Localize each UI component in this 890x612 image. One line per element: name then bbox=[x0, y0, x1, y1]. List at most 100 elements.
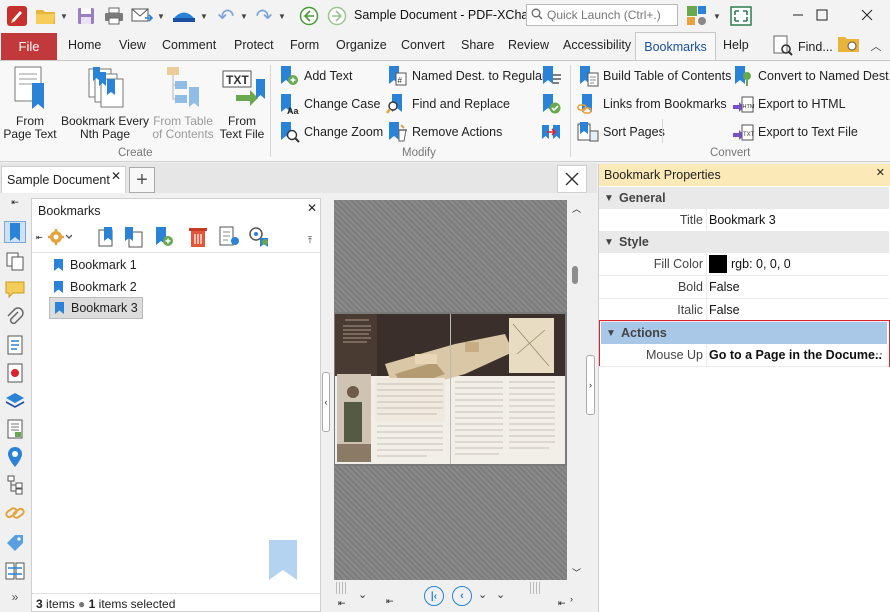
change-case-button[interactable]: Aa Change Case bbox=[278, 93, 380, 116]
first-page-icon[interactable]: ⇤ bbox=[386, 596, 394, 607]
export-to-text-file-button[interactable]: TXT Export to Text File bbox=[732, 121, 858, 143]
bookmark-properties-icon[interactable] bbox=[218, 226, 242, 251]
tab-file[interactable]: File bbox=[1, 33, 57, 60]
scan-icon[interactable] bbox=[170, 6, 198, 26]
property-row-title[interactable]: Title Bookmark 3 bbox=[599, 209, 889, 232]
add-bookmark-icon[interactable] bbox=[153, 226, 175, 251]
collapse-all-icon[interactable]: ⇤ bbox=[36, 233, 43, 242]
properties-splitter-handle[interactable]: › bbox=[586, 355, 595, 415]
change-zoom-button[interactable]: Change Zoom bbox=[278, 121, 383, 143]
bookmark-every-nth-page-button[interactable]: Bookmark Every Nth Page bbox=[60, 65, 150, 141]
tab-share[interactable]: Share bbox=[461, 38, 494, 52]
category-style[interactable]: ▼ Style bbox=[599, 231, 889, 253]
links-from-bookmarks-button[interactable]: Links from Bookmarks bbox=[577, 93, 727, 115]
expand-bookmark-icon[interactable] bbox=[248, 226, 272, 251]
previous-page-button[interactable]: ‹ bbox=[452, 586, 472, 606]
save-icon[interactable] bbox=[74, 6, 98, 26]
expand-nav-chevron-icon[interactable]: ⌄ bbox=[496, 588, 505, 601]
hscroll-right-icon[interactable]: › bbox=[570, 594, 573, 604]
category-general[interactable]: ▼ General bbox=[599, 187, 889, 209]
bookmark-swap-tool-button[interactable] bbox=[540, 121, 562, 143]
more-nav-chevron-icon[interactable]: ⌄ bbox=[478, 588, 487, 601]
signatures-pane-icon[interactable] bbox=[4, 362, 26, 384]
named-dest-to-regular-button[interactable]: # Named Dest. to Regular bbox=[386, 65, 546, 87]
go-first-page-button[interactable]: |‹ bbox=[424, 586, 444, 606]
tab-form[interactable]: Form bbox=[290, 38, 319, 52]
layers-pane-icon[interactable] bbox=[4, 390, 26, 412]
tab-accessibility[interactable]: Accessibility bbox=[563, 38, 631, 52]
export-to-html-button[interactable]: HTML Export to HTML bbox=[732, 93, 846, 115]
content-pane-icon[interactable] bbox=[4, 334, 26, 356]
collapse-pane-icon[interactable]: ⇤ bbox=[4, 197, 26, 207]
collapse-ribbon-icon[interactable]: ︿ bbox=[868, 36, 884, 56]
convert-to-named-dest-button[interactable]: Convert to Named Dest. bbox=[732, 65, 890, 87]
attachments-pane-icon[interactable] bbox=[4, 306, 26, 328]
expand-down-icon[interactable]: ⌄ bbox=[358, 588, 367, 601]
tab-convert[interactable]: Convert bbox=[401, 38, 445, 52]
property-value-fill-color[interactable]: rgb: 0, 0, 0 bbox=[731, 257, 791, 271]
back-icon[interactable] bbox=[298, 6, 320, 26]
first-page-small-icon[interactable]: ⇤ bbox=[338, 598, 346, 609]
app-logo-icon[interactable] bbox=[4, 6, 30, 26]
tab-review[interactable]: Review bbox=[508, 38, 549, 52]
close-document-button[interactable] bbox=[557, 165, 587, 193]
panel-splitter-handle[interactable]: ‹ bbox=[322, 372, 330, 432]
vertical-scrollbar[interactable]: ︿ ﹀ bbox=[568, 200, 584, 580]
document-tab[interactable]: Sample Document ✕ bbox=[1, 166, 126, 193]
property-row-fill-color[interactable]: Fill Color rgb: 0, 0, 0 bbox=[599, 253, 889, 276]
close-bookmarks-panel-icon[interactable]: ✕ bbox=[307, 201, 317, 215]
structure-pane-icon[interactable] bbox=[4, 474, 26, 496]
compare-pane-icon[interactable] bbox=[4, 560, 26, 582]
redo-icon[interactable]: ↷ bbox=[252, 6, 276, 28]
color-swatch[interactable] bbox=[709, 255, 727, 273]
scrollbar-thumb[interactable] bbox=[572, 266, 578, 284]
undo-icon[interactable]: ↶ bbox=[214, 6, 238, 28]
close-window-button[interactable] bbox=[844, 0, 890, 30]
bookmark-item[interactable]: Bookmark 1 bbox=[49, 255, 141, 275]
bookmark-item[interactable]: Bookmark 2 bbox=[49, 277, 141, 297]
comments-pane-icon[interactable] bbox=[4, 279, 26, 301]
bookmark-check-tool-button[interactable] bbox=[540, 93, 562, 115]
customize-tools-icon[interactable] bbox=[684, 6, 710, 26]
more-options-button[interactable]: ··· bbox=[871, 346, 883, 360]
tab-view[interactable]: View bbox=[119, 38, 146, 52]
print-icon[interactable] bbox=[102, 6, 126, 26]
property-value-title[interactable]: Bookmark 3 bbox=[709, 213, 776, 227]
new-tab-button[interactable]: + bbox=[129, 167, 155, 193]
find-button[interactable]: Find... bbox=[772, 35, 833, 58]
property-row-italic[interactable]: Italic False bbox=[599, 299, 889, 322]
remove-actions-button[interactable]: Remove Actions bbox=[386, 121, 502, 143]
new-bookmark-icon[interactable] bbox=[96, 226, 118, 251]
tab-organize[interactable]: Organize bbox=[336, 38, 387, 52]
from-text-file-button[interactable]: TXT From Text File bbox=[216, 65, 268, 141]
document-page-view[interactable] bbox=[334, 200, 567, 580]
open-dropdown-arrow-icon[interactable]: ▼ bbox=[60, 6, 68, 26]
sort-pages-button[interactable]: Sort Pages bbox=[577, 121, 665, 143]
quick-launch-input[interactable]: Quick Launch (Ctrl+.) bbox=[526, 4, 678, 26]
delete-bookmark-icon[interactable] bbox=[188, 226, 208, 251]
email-dropdown-arrow-icon[interactable]: ▼ bbox=[157, 6, 165, 26]
redo-dropdown-arrow-icon[interactable]: ▼ bbox=[278, 6, 286, 26]
bookmark-options-gear-icon[interactable] bbox=[46, 226, 73, 251]
find-and-replace-button[interactable]: Find and Replace bbox=[386, 93, 510, 115]
build-toc-button[interactable]: Build Table of Contents bbox=[577, 65, 731, 87]
property-value-italic[interactable]: False bbox=[709, 303, 740, 317]
tags-pane-icon[interactable] bbox=[4, 532, 26, 554]
tab-home[interactable]: Home bbox=[68, 38, 101, 52]
add-text-button[interactable]: Add Text bbox=[278, 65, 352, 87]
bookmarks-pane-icon[interactable] bbox=[4, 221, 26, 243]
maximize-button[interactable] bbox=[799, 0, 845, 30]
email-icon[interactable] bbox=[130, 6, 154, 26]
tab-comment[interactable]: Comment bbox=[162, 38, 216, 52]
articles-pane-icon[interactable] bbox=[4, 418, 26, 440]
collapse-toolbar-icon[interactable]: ⤒ bbox=[308, 235, 312, 246]
from-table-of-contents-button[interactable]: From Table of Contents bbox=[150, 65, 216, 141]
close-properties-icon[interactable]: ✕ bbox=[876, 166, 885, 179]
last-page-small-icon[interactable]: ⇤ bbox=[558, 598, 566, 609]
close-tab-icon[interactable]: ✕ bbox=[111, 169, 121, 183]
new-child-bookmark-icon[interactable] bbox=[123, 226, 145, 251]
scroll-down-icon[interactable]: ﹀ bbox=[572, 566, 581, 579]
destinations-pane-icon[interactable] bbox=[4, 446, 26, 468]
category-actions[interactable]: ▼ Actions bbox=[601, 322, 887, 344]
more-panes-chevron-icon[interactable]: » bbox=[4, 586, 26, 608]
